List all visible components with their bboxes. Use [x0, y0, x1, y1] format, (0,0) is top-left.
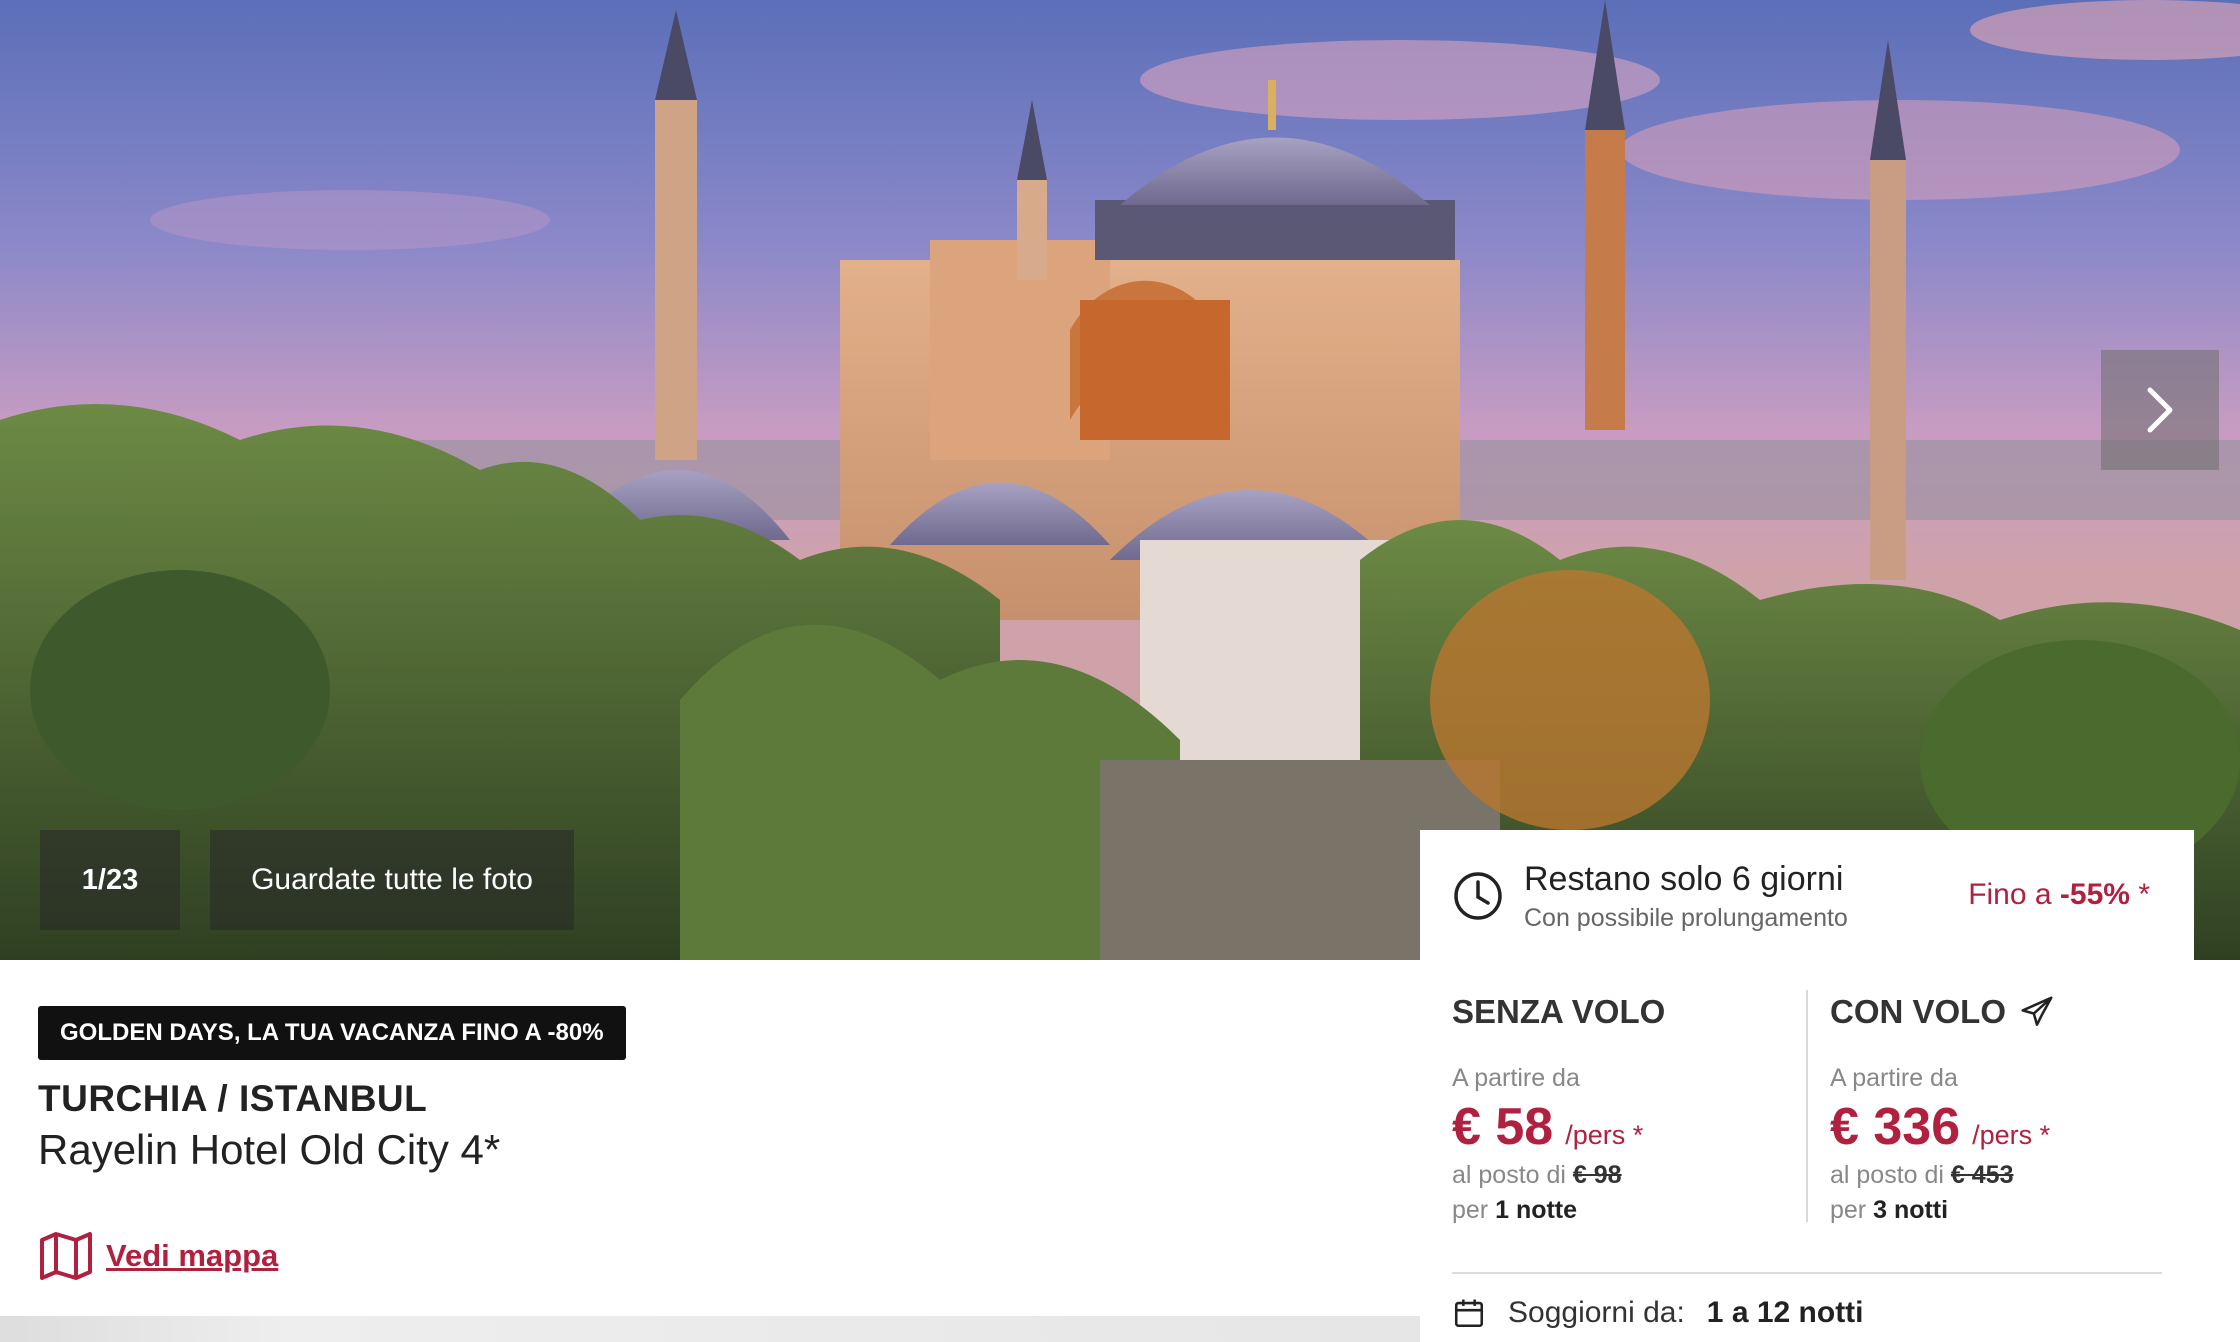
- offer-nights-line: per 1 notte: [1452, 1196, 1812, 1225]
- photo-counter: 1/23: [40, 830, 180, 930]
- calendar-icon: [1454, 1299, 1484, 1328]
- card-separator: [1452, 1272, 2162, 1274]
- deal-banner: Restano solo 6 giorni Con possibile prol…: [1420, 830, 2194, 960]
- old-price: € 453: [1950, 1161, 2014, 1189]
- discount-prefix: Fino a: [1968, 878, 2052, 911]
- nights-prefix: per: [1830, 1196, 1867, 1224]
- offer-per-person: /pers *: [1972, 1120, 2051, 1150]
- deal-title: Restano solo 6 giorni: [1524, 860, 1844, 898]
- column-divider: [1806, 990, 1808, 1222]
- offer-from-label: A partire da: [1830, 1064, 1958, 1092]
- destination-title: TURCHIA / ISTANBUL: [38, 1078, 428, 1119]
- hotel-name: Rayelin Hotel Old City 4*: [38, 1126, 501, 1173]
- instead-prefix: al posto di: [1830, 1161, 1944, 1189]
- discount-suffix: *: [2138, 878, 2150, 911]
- offer-title: SENZA VOLO: [1452, 993, 1666, 1030]
- map-icon: [40, 1232, 92, 1280]
- offer-old-price-line: al posto di € 453: [1830, 1161, 2190, 1190]
- nights-prefix: per: [1452, 1196, 1489, 1224]
- booking-card: Restano solo 6 giorni Con possibile prol…: [1420, 830, 2194, 1342]
- next-photo-button[interactable]: [2101, 350, 2219, 470]
- price-line: € 336 /pers *: [1830, 1097, 2190, 1157]
- stay-value: 1 a 12 notti: [1706, 1296, 1864, 1329]
- nights-value: 3 notti: [1873, 1196, 1949, 1224]
- chevron-right-icon: [2147, 387, 2173, 433]
- old-price: € 98: [1572, 1161, 1622, 1189]
- deal-discount: Fino a -55% *: [1968, 878, 2150, 912]
- offer-nights-line: per 3 notti: [1830, 1196, 2190, 1225]
- offer-without-flight[interactable]: SENZA VOLO A partire da € 58 /pers * al …: [1452, 990, 1812, 1230]
- view-all-photos-button[interactable]: Guardate tutte le foto: [210, 830, 574, 930]
- stay-label: Soggiorni da:: [1508, 1296, 1685, 1329]
- next-section-edge: [0, 1316, 1420, 1342]
- clock-icon: [1454, 872, 1502, 920]
- offer-price: € 58: [1452, 1098, 1554, 1156]
- nights-value: 1 notte: [1495, 1196, 1578, 1224]
- hagia-sophia-photo: [0, 0, 2240, 960]
- hero-photo: 1/23 Guardate tutte le foto: [0, 0, 2240, 960]
- offer-title-row: CON VOLO: [1830, 990, 2190, 1034]
- offer-per-person: /pers *: [1565, 1120, 1644, 1150]
- discount-value: -55%: [2059, 878, 2130, 911]
- offer-title: CON VOLO: [1830, 993, 2007, 1030]
- offer-old-price-line: al posto di € 98: [1452, 1161, 1812, 1190]
- price-line: € 58 /pers *: [1452, 1097, 1812, 1157]
- offer-from-label: A partire da: [1452, 1064, 1580, 1092]
- promo-badge: GOLDEN DAYS, LA TUA VACANZA FINO A -80%: [38, 1006, 626, 1060]
- deal-subtitle: Con possibile prolungamento: [1524, 904, 1848, 932]
- view-map-label: Vedi mappa: [106, 1238, 279, 1273]
- view-map-link[interactable]: Vedi mappa: [38, 1230, 278, 1282]
- instead-prefix: al posto di: [1452, 1161, 1566, 1189]
- stay-duration: Soggiorni da: 1 a 12 notti: [1452, 1296, 1864, 1330]
- offer-price: € 336: [1830, 1098, 1961, 1156]
- offer-with-flight[interactable]: CON VOLO A partire da € 336 /pers * al p…: [1830, 990, 2190, 1230]
- airplane-icon: [2021, 996, 2053, 1026]
